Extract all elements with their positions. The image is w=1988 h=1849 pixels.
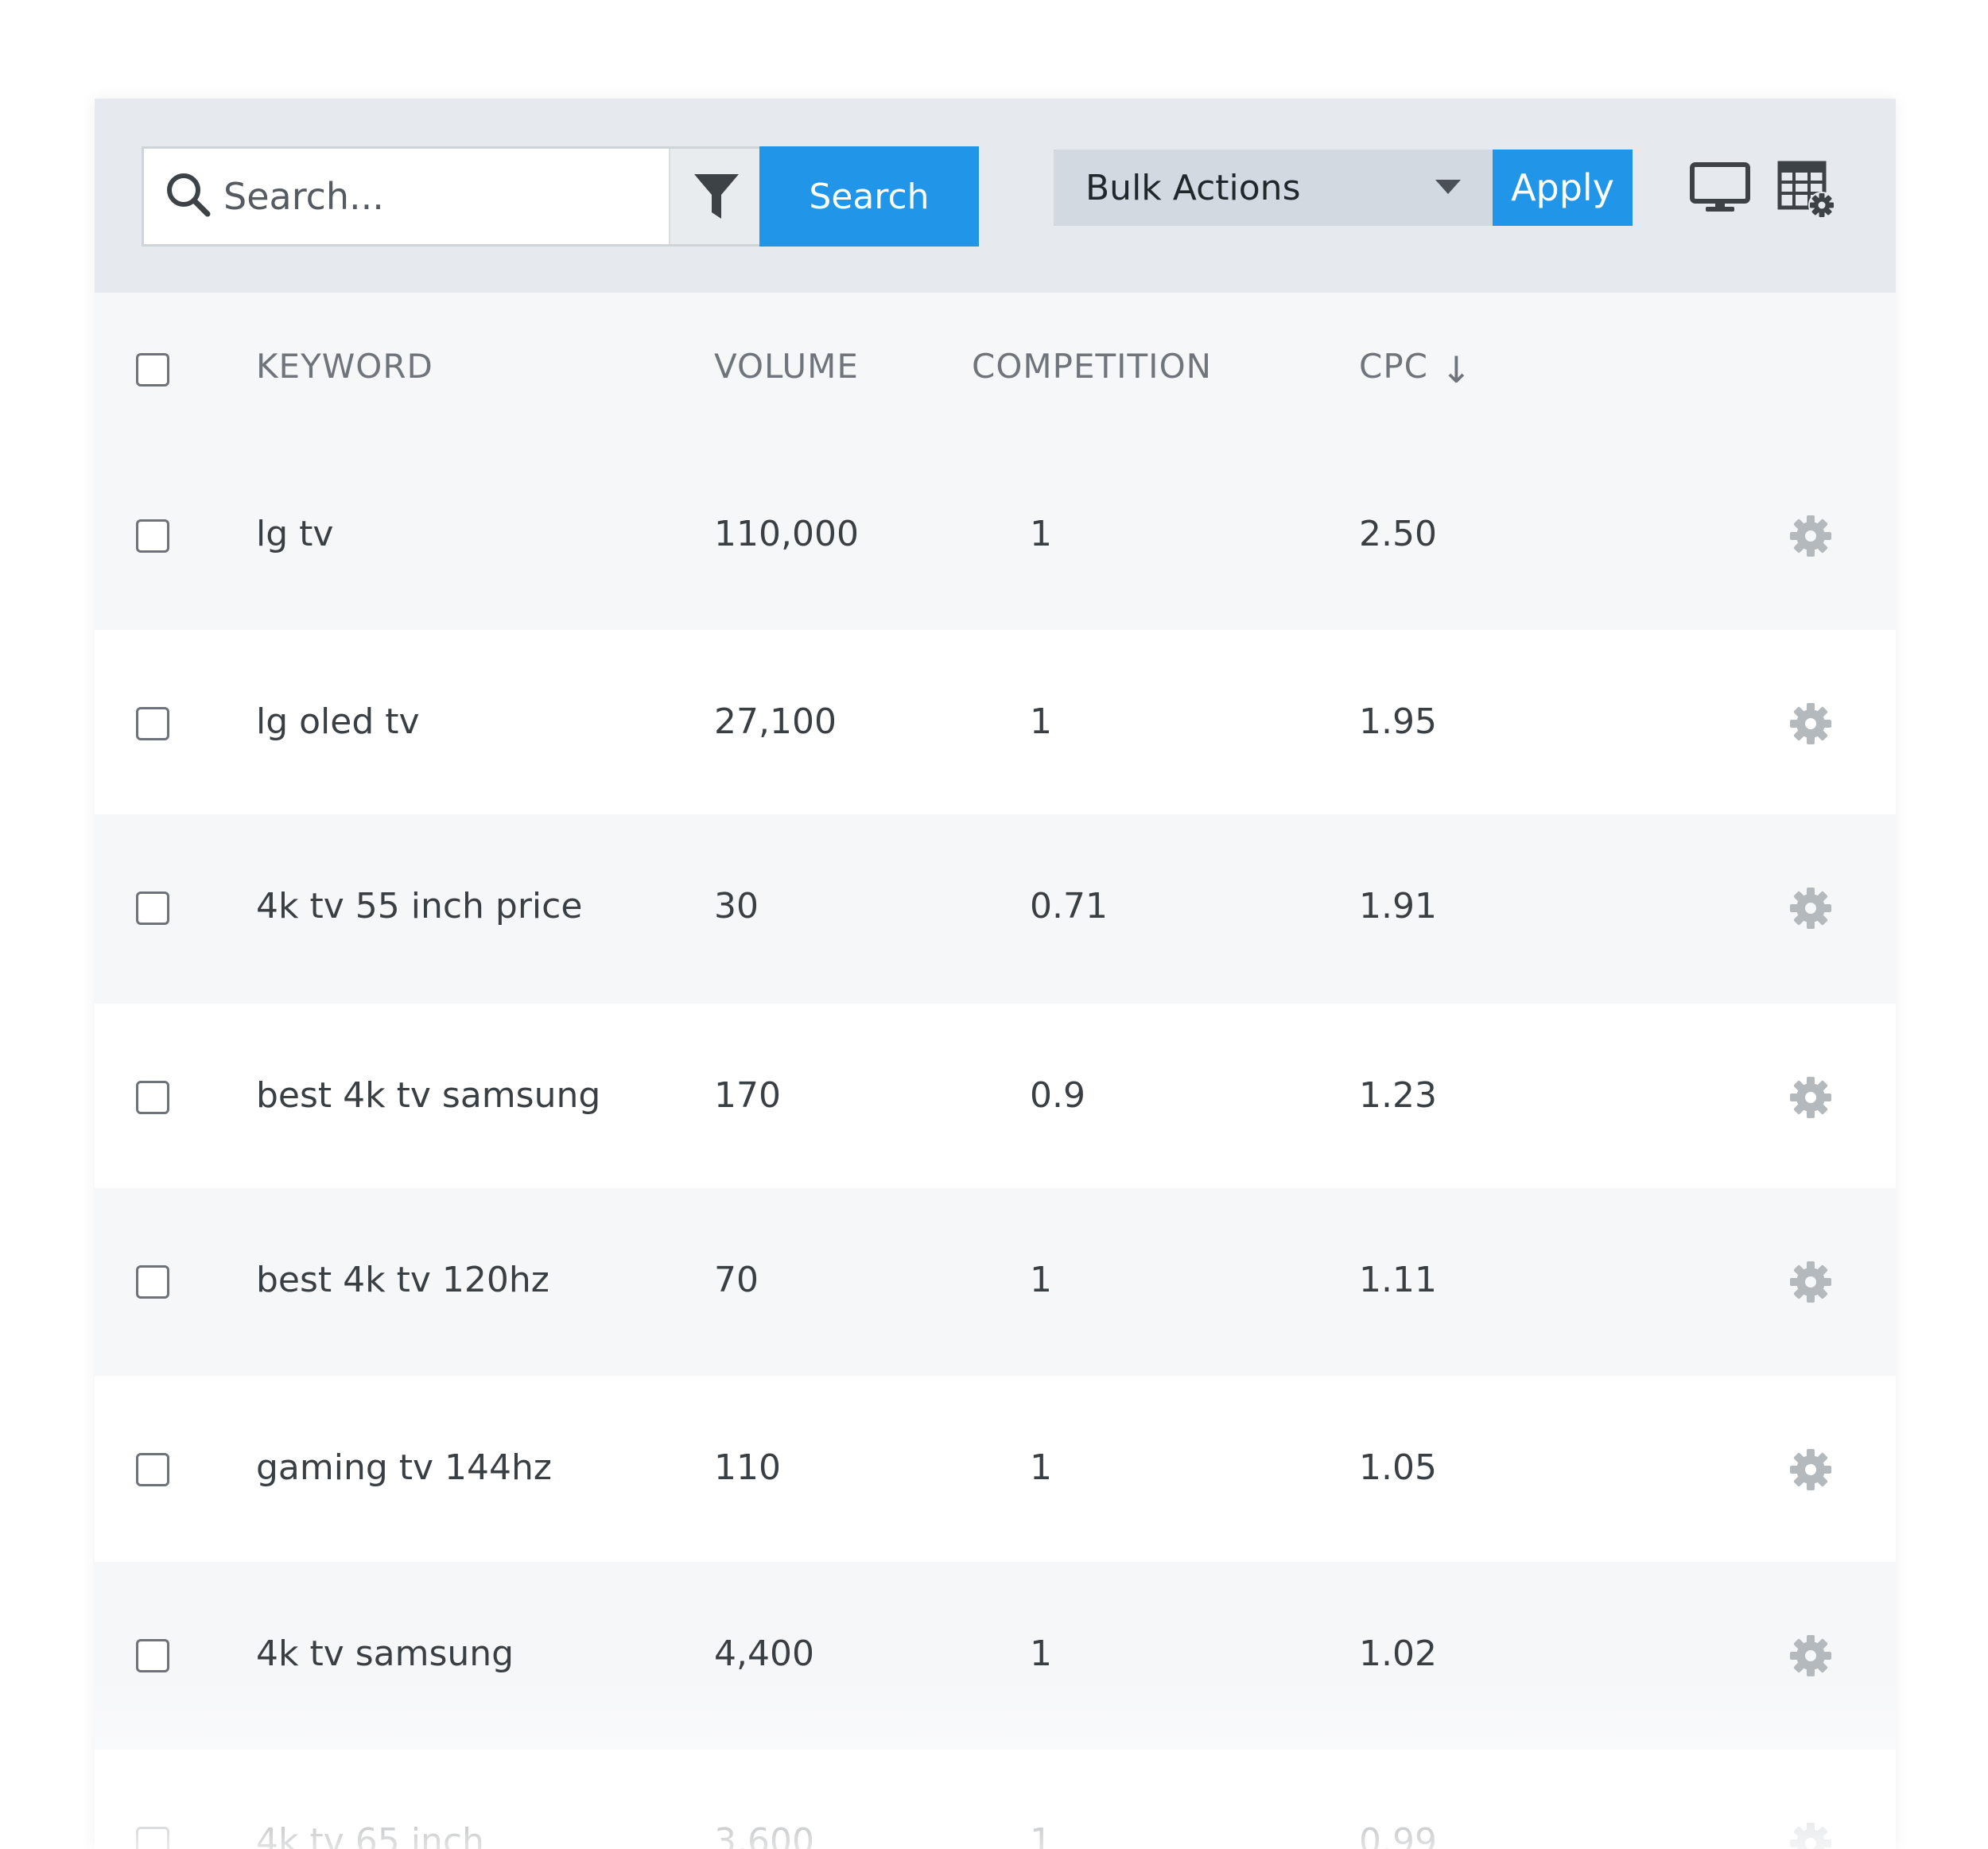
cell-volume: 110,000 xyxy=(714,514,859,554)
gear-icon[interactable] xyxy=(1788,1821,1833,1849)
cell-keyword: 4k tv 55 inch price xyxy=(256,886,583,926)
cell-cpc: 1.91 xyxy=(1359,886,1437,926)
search-icon xyxy=(163,169,214,220)
cell-competition: 0.71 xyxy=(1030,886,1108,926)
table-row[interactable]: best 4k tv samsung 170 0.9 1.23 xyxy=(95,1004,1896,1188)
toolbar: Search Bulk Actions Apply xyxy=(95,99,1896,293)
cell-volume: 3,600 xyxy=(714,1821,814,1849)
cell-competition: 1 xyxy=(1030,1633,1052,1674)
cell-cpc: 1.11 xyxy=(1359,1260,1437,1300)
table-row[interactable]: best 4k tv 120hz 70 1 1.11 xyxy=(95,1188,1896,1376)
cell-keyword: gaming tv 144hz xyxy=(256,1447,553,1488)
cell-competition: 1 xyxy=(1030,1260,1052,1300)
monitor-icon[interactable] xyxy=(1690,162,1750,213)
cell-keyword: best 4k tv 120hz xyxy=(256,1260,549,1300)
select-all-checkbox[interactable] xyxy=(136,353,169,387)
cell-volume: 110 xyxy=(714,1447,781,1488)
cell-keyword: 4k tv samsung xyxy=(256,1633,514,1674)
bulk-actions-selected: Bulk Actions xyxy=(1085,167,1301,208)
cell-volume: 27,100 xyxy=(714,701,837,742)
cell-keyword: lg tv xyxy=(256,514,334,554)
gear-icon[interactable] xyxy=(1788,1447,1833,1492)
search-input[interactable] xyxy=(215,163,629,230)
column-header-volume[interactable]: VOLUME xyxy=(714,347,859,386)
chevron-down-icon xyxy=(1435,180,1461,194)
gear-icon[interactable] xyxy=(1788,1075,1833,1120)
cell-competition: 1 xyxy=(1030,1447,1052,1488)
table-row[interactable]: 4k tv 55 inch price 30 0.71 1.91 xyxy=(95,814,1896,1004)
gear-icon[interactable] xyxy=(1788,1260,1833,1304)
column-header-competition[interactable]: COMPETITION xyxy=(972,347,1212,386)
bulk-actions-select[interactable]: Bulk Actions xyxy=(1054,150,1493,226)
cell-competition: 0.9 xyxy=(1030,1075,1085,1116)
sort-desc-icon[interactable]: ↓ xyxy=(1441,348,1473,391)
table-row[interactable]: 4k tv samsung 4,400 1 1.02 xyxy=(95,1562,1896,1750)
filter-icon xyxy=(694,174,739,219)
cell-volume: 170 xyxy=(714,1075,781,1116)
cell-keyword: 4k tv 65 inch xyxy=(256,1821,484,1849)
table-row[interactable]: gaming tv 144hz 110 1 1.05 xyxy=(95,1376,1896,1562)
cell-cpc: 1.95 xyxy=(1359,701,1437,742)
gear-icon[interactable] xyxy=(1788,701,1833,746)
table-row[interactable]: 4k tv 65 inch 3,600 1 0.99 xyxy=(95,1750,1896,1849)
row-checkbox[interactable] xyxy=(136,1827,169,1849)
cell-cpc: 1.23 xyxy=(1359,1075,1437,1116)
cell-volume: 30 xyxy=(714,886,759,926)
cell-competition: 1 xyxy=(1030,701,1052,742)
row-checkbox[interactable] xyxy=(136,1639,169,1672)
gear-icon[interactable] xyxy=(1788,886,1833,930)
cell-cpc: 2.50 xyxy=(1359,514,1437,554)
cell-competition: 1 xyxy=(1030,514,1052,554)
cell-keyword: lg oled tv xyxy=(256,701,420,742)
keyword-table-panel: Search Bulk Actions Apply xyxy=(95,99,1896,1849)
gear-icon[interactable] xyxy=(1788,1633,1833,1678)
search-button[interactable]: Search xyxy=(759,146,979,247)
row-checkbox[interactable] xyxy=(136,1453,169,1486)
row-checkbox[interactable] xyxy=(136,519,169,553)
cell-cpc: 1.02 xyxy=(1359,1633,1437,1674)
row-checkbox[interactable] xyxy=(136,891,169,925)
row-checkbox[interactable] xyxy=(136,707,169,740)
cell-keyword: best 4k tv samsung xyxy=(256,1075,601,1116)
table-row[interactable]: lg oled tv 27,100 1 1.95 xyxy=(95,630,1896,814)
row-checkbox[interactable] xyxy=(136,1265,169,1299)
filter-button[interactable] xyxy=(669,149,763,244)
apply-button[interactable]: Apply xyxy=(1493,150,1633,226)
column-header-keyword[interactable]: KEYWORD xyxy=(256,347,433,386)
cell-cpc: 1.05 xyxy=(1359,1447,1437,1488)
table-settings-icon[interactable] xyxy=(1777,161,1838,221)
table-row[interactable]: lg tv 110,000 1 2.50 xyxy=(95,442,1896,630)
search-box xyxy=(142,146,763,247)
cell-volume: 4,400 xyxy=(714,1633,814,1674)
column-header-cpc[interactable]: CPC xyxy=(1359,347,1428,386)
table-header: KEYWORD VOLUME COMPETITION CPC ↓ xyxy=(95,293,1896,442)
cell-cpc: 0.99 xyxy=(1359,1821,1437,1849)
gear-icon[interactable] xyxy=(1788,514,1833,558)
row-checkbox[interactable] xyxy=(136,1081,169,1114)
cell-competition: 1 xyxy=(1030,1821,1052,1849)
cell-volume: 70 xyxy=(714,1260,759,1300)
